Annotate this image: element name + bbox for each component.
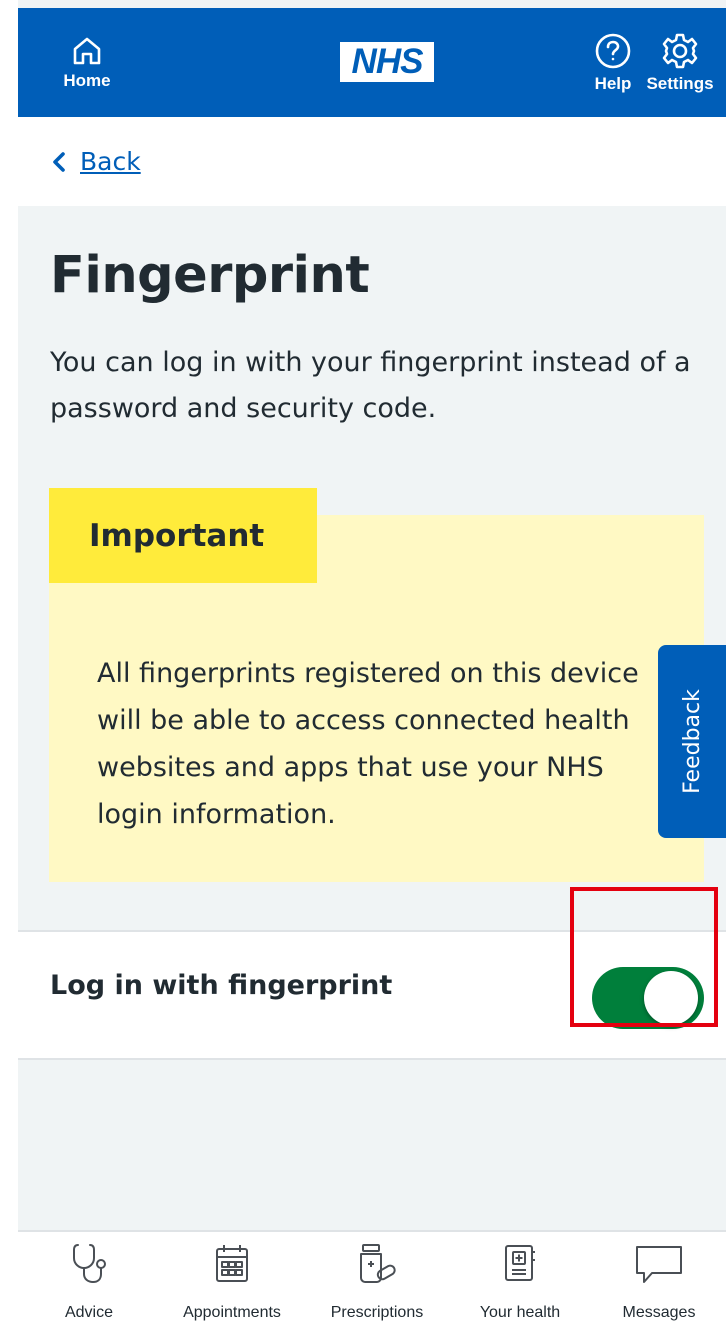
- nav-prescriptions-label: Prescriptions: [330, 1304, 424, 1321]
- feedback-tab[interactable]: Feedback: [658, 645, 726, 838]
- top-header: Home NHS Help Settings: [18, 8, 726, 117]
- nav-appointments[interactable]: Appointments: [178, 1232, 286, 1322]
- fingerprint-setting-row: Log in with fingerprint: [18, 887, 726, 1060]
- help-icon: [595, 33, 631, 68]
- calendar-icon: [216, 1245, 248, 1282]
- callout-heading: Important: [49, 488, 317, 583]
- back-label: Back: [80, 147, 141, 176]
- nav-advice-label: Advice: [64, 1304, 114, 1321]
- nav-advice[interactable]: Advice: [34, 1232, 144, 1322]
- chevron-left-icon: [53, 151, 65, 172]
- health-record-icon: [505, 1245, 535, 1281]
- callout-body: All fingerprints registered on this devi…: [97, 658, 639, 830]
- nhs-logo: NHS: [340, 42, 434, 82]
- nav-your-health[interactable]: Your health: [465, 1232, 575, 1322]
- nav-prescriptions[interactable]: Prescriptions: [323, 1232, 431, 1322]
- highlight-box: [570, 887, 718, 1027]
- nav-appointments-label: Appointments: [183, 1304, 281, 1321]
- intro-text: You can log in with your fingerprint ins…: [50, 347, 691, 424]
- nav-messages-label: Messages: [622, 1304, 696, 1321]
- nav-your-health-label: Your health: [479, 1304, 561, 1321]
- bottom-navigation: Advice Appointments Prescriptions Your h…: [18, 1230, 726, 1322]
- message-icon: [636, 1246, 682, 1283]
- gear-icon: [662, 33, 698, 68]
- stethoscope-icon: [73, 1244, 106, 1283]
- app-screen: Home NHS Help Settings Back Fingerprint …: [18, 0, 726, 1322]
- nhs-logo-text: NHS: [351, 42, 424, 81]
- back-link[interactable]: Back: [52, 147, 141, 176]
- nav-messages[interactable]: Messages: [607, 1232, 711, 1322]
- page-title: Fingerprint: [50, 246, 370, 305]
- settings-button[interactable]: Settings: [642, 8, 718, 117]
- settings-label: Settings: [646, 73, 714, 93]
- home-label: Home: [63, 70, 111, 90]
- home-button[interactable]: Home: [56, 8, 118, 117]
- home-icon: [73, 37, 101, 64]
- help-button[interactable]: Help: [588, 8, 638, 117]
- fingerprint-setting-label: Log in with fingerprint: [50, 970, 393, 1001]
- callout-heading-text: Important: [89, 517, 265, 554]
- back-row: Back: [18, 117, 726, 206]
- pills-icon: [360, 1244, 396, 1283]
- help-label: Help: [594, 73, 632, 93]
- feedback-label: Feedback: [679, 689, 705, 794]
